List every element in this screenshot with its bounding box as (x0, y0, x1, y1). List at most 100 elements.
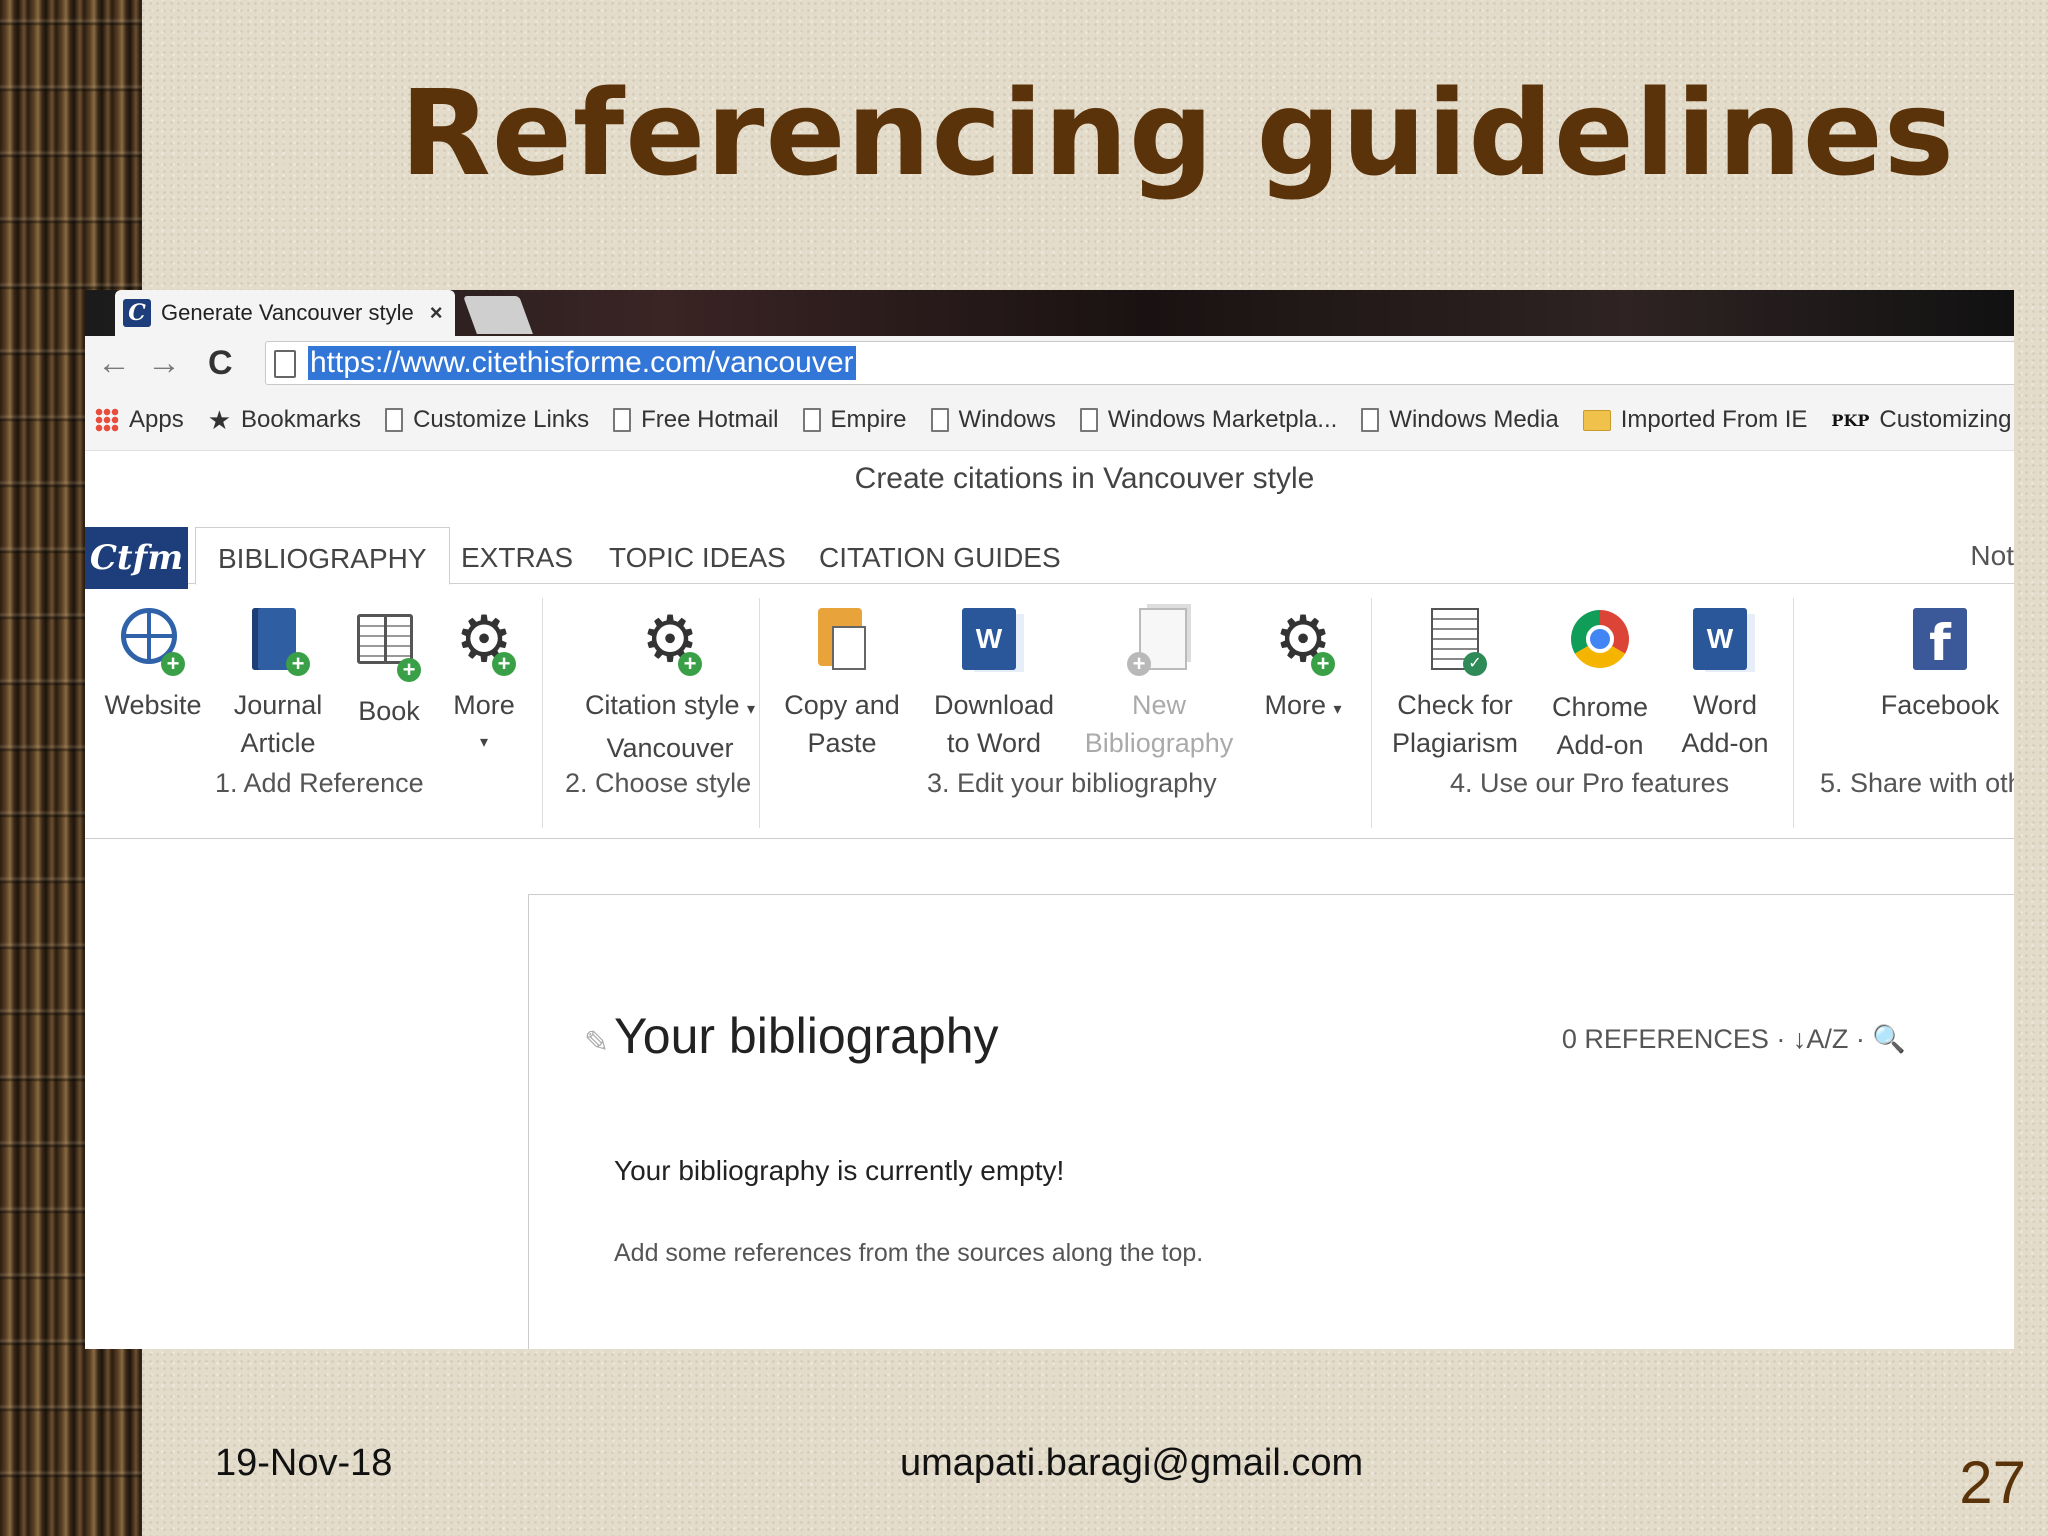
footer-email: umapati.baragi@gmail.com (900, 1442, 1364, 1484)
bookmark-label: Customizing OJ (1879, 406, 2014, 433)
bookmark-windows[interactable]: Windows (930, 406, 1056, 434)
page-icon (1361, 408, 1380, 432)
more-edit-label: More ▾ (1253, 686, 1353, 729)
plus-icon: + (678, 652, 702, 676)
chrome-label-line1: Chrome (1551, 692, 1649, 722)
address-bar[interactable]: https://www.citethisforme.com/vancouver (265, 341, 2014, 385)
word-icon: W (962, 608, 1026, 678)
word-icon: W (1693, 608, 1757, 678)
not-link[interactable]: Not (1970, 527, 2014, 585)
new-document-icon: + (1127, 608, 1191, 678)
bookmark-windows-marketplace[interactable]: Windows Marketpla... (1079, 406, 1338, 434)
bookmark-label: Windows (958, 406, 1056, 433)
hint-text: Add some references from the sources alo… (614, 1239, 1204, 1267)
website-label: Website (104, 690, 202, 720)
back-arrow-icon[interactable]: ← (97, 344, 131, 382)
group-label-share: 5. Share with oth (1820, 768, 2014, 798)
forward-arrow-icon[interactable]: → (147, 344, 181, 382)
browser-tab-bar: C Generate Vancouver style × (85, 290, 2014, 336)
group-label-add-reference: 1. Add Reference (215, 768, 424, 798)
bookmark-bookmarks[interactable]: ★ Bookmarks (208, 405, 361, 436)
bookmark-label: Windows Media (1389, 406, 1559, 433)
bookmark-apps[interactable]: Apps (95, 406, 184, 434)
plus-icon: + (161, 652, 185, 676)
gear-icon: ⚙ + (1271, 607, 1335, 678)
facebook-label: Facebook (1880, 690, 2000, 720)
bookmark-customize-links[interactable]: Customize Links (385, 406, 589, 434)
bookmark-free-hotmail[interactable]: Free Hotmail (613, 406, 779, 434)
more-edit-button[interactable]: ⚙ + More ▾ (1253, 607, 1353, 729)
more-sources-button[interactable]: ⚙ + More ▾ (444, 607, 524, 762)
page-icon (1079, 408, 1098, 432)
page-icon (930, 408, 949, 432)
url-text[interactable]: https://www.citethisforme.com/vancouver (308, 346, 856, 380)
new-tab-button[interactable] (463, 296, 533, 334)
check-plagiarism-button[interactable]: ✓ Check for Plagiarism (1385, 608, 1525, 762)
tab-citation-guides[interactable]: CITATION GUIDES (819, 527, 1061, 583)
ctfm-logo[interactable]: Ctfm (85, 527, 188, 589)
journal-article-button[interactable]: + Journal Article (228, 608, 328, 762)
bookmark-label: Free Hotmail (641, 406, 779, 433)
word-label-line2: Add-on (1681, 728, 1769, 758)
chrome-addon-button[interactable]: Chrome Add-on (1545, 608, 1655, 764)
chevron-down-icon: ▾ (1333, 701, 1342, 718)
download-word-button[interactable]: W Download to Word (924, 608, 1064, 762)
copy-paste-button[interactable]: Copy and Paste (777, 608, 907, 762)
chrome-label-line2: Add-on (1556, 730, 1644, 760)
bookmark-empire[interactable]: Empire (802, 406, 907, 434)
citation-style-text: Citation style (584, 690, 740, 720)
reference-count[interactable]: 0 REFERENCES · ↓A/Z · 🔍 (1562, 1023, 1906, 1055)
divider (759, 598, 760, 828)
bibliography-title[interactable]: Your bibliography (614, 1007, 999, 1065)
citethisforme-favicon-icon: C (123, 299, 151, 327)
bookmark-imported-from-ie[interactable]: Imported From IE (1582, 406, 1807, 434)
globe-icon: + (121, 608, 185, 678)
journal-label-line2: Article (240, 728, 316, 758)
group-label-choose-style: 2. Choose style (565, 768, 752, 798)
apps-grid-icon (95, 408, 119, 432)
citation-style-button[interactable]: ⚙ + Citation style ▾ Vancouver (560, 607, 780, 767)
facebook-button[interactable]: f Facebook (1875, 608, 2005, 724)
journal-icon: + (246, 608, 310, 678)
page-icon (613, 408, 632, 432)
plus-icon: + (492, 652, 516, 676)
gear-icon: ⚙ + (452, 607, 516, 678)
website-button[interactable]: + Website (103, 608, 203, 724)
plus-icon: + (397, 658, 421, 682)
browser-tab[interactable]: C Generate Vancouver style × (115, 290, 455, 336)
page-icon (802, 408, 821, 432)
bookmarks-bar: Apps ★ Bookmarks Customize Links Free Hot… (85, 390, 2014, 451)
more-label: More (453, 690, 515, 720)
citation-style-label: Citation style ▾ (560, 686, 780, 729)
new-bibliography-button[interactable]: + New Bibliography (1084, 608, 1234, 762)
pkp-icon: PKP (1831, 410, 1870, 430)
plagiarism-check-icon: ✓ (1423, 608, 1487, 678)
browser-screenshot: C Generate Vancouver style × ← → C https… (85, 290, 2014, 1349)
bookmark-label: Empire (830, 406, 907, 433)
gear-icon: ⚙ + (638, 607, 702, 678)
pencil-icon[interactable]: ✎ (584, 1025, 609, 1060)
reload-icon[interactable]: C (208, 344, 233, 382)
word-addon-button[interactable]: W Word Add-on (1675, 608, 1775, 762)
new-label-line2: Bibliography (1084, 728, 1234, 758)
close-icon[interactable]: × (430, 300, 443, 326)
tab-title: Generate Vancouver style (161, 300, 414, 325)
folder-icon (1582, 409, 1611, 431)
word-label-line1: Word (1692, 690, 1758, 720)
tab-bibliography[interactable]: BIBLIOGRAPHY (195, 527, 450, 585)
check-label-line1: Check for (1397, 690, 1513, 720)
checkmark-icon: ✓ (1463, 652, 1487, 676)
bibliography-panel: ✎ Your bibliography 0 REFERENCES · ↓A/Z … (528, 894, 2014, 1349)
footer-date: 19-Nov-18 (215, 1442, 393, 1484)
bookmark-label: Windows Marketpla... (1107, 406, 1338, 433)
tab-extras[interactable]: EXTRAS (461, 527, 573, 583)
bookmark-windows-media[interactable]: Windows Media (1361, 406, 1559, 434)
tab-topic-ideas[interactable]: TOPIC IDEAS (609, 527, 786, 583)
download-label-line2: to Word (946, 728, 1042, 758)
copy-label-line2: Paste (807, 728, 877, 758)
bookmark-label: Customize Links (413, 406, 590, 433)
site-tab-bar: Ctfm BIBLIOGRAPHY EXTRAS TOPIC IDEAS CIT… (85, 527, 2014, 589)
bookmark-customizing-oj[interactable]: PKP Customizing OJ (1831, 406, 2014, 434)
book-button[interactable]: + Book (349, 608, 429, 730)
group-label-edit-bibliography: 3. Edit your bibliography (927, 768, 1217, 798)
